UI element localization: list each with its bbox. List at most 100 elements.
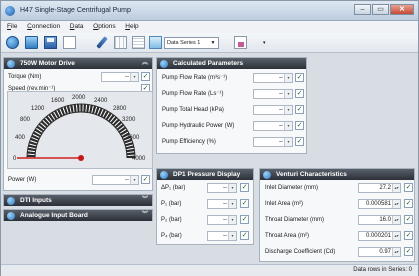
report-dropdown-icon[interactable]: ▾ — [263, 40, 266, 46]
motor-drive-panel: 750W Motor Drive ︽ Torque (Nm) -- ▾ ✓ Spe… — [3, 57, 153, 191]
torque-value: -- ▾ — [101, 72, 139, 82]
gauge-arc — [26, 103, 136, 159]
spin-icon[interactable]: ▾ — [130, 176, 138, 184]
dti-inputs-header[interactable]: DTI Inputs ︾ — [4, 195, 152, 206]
spin-icon[interactable]: ▴▾ — [392, 216, 400, 224]
venturi-row-value-text: 16.0 — [379, 217, 391, 223]
dp1-row-checkbox[interactable]: ✓ — [240, 199, 249, 208]
power-label: Power (W) — [8, 177, 37, 183]
dp1-row-checkbox[interactable]: ✓ — [240, 215, 249, 224]
venturi-row-checkbox[interactable]: ✓ — [404, 215, 413, 224]
dti-inputs-title: DTI Inputs — [20, 197, 52, 204]
calc-row-value: -- ▾ — [253, 121, 293, 131]
calc-row-checkbox[interactable]: ✓ — [295, 121, 304, 130]
spin-icon[interactable]: ▾ — [130, 73, 138, 81]
grid-icon[interactable] — [114, 36, 127, 49]
venturi-row-value[interactable]: 0.000201 ▴▾ — [358, 231, 401, 241]
venturi-row-value[interactable]: 27.2 ▴▾ — [358, 183, 401, 193]
spin-icon[interactable]: ▾ — [284, 74, 292, 82]
spin-icon[interactable]: ▾ — [284, 106, 292, 114]
dp1-row-value: -- ▾ — [207, 199, 237, 209]
expand-icon[interactable]: ︾ — [142, 195, 148, 206]
spin-icon[interactable]: ▴▾ — [392, 248, 400, 256]
report-icon[interactable] — [234, 36, 247, 49]
gauge-tick-label: 1600 — [51, 98, 65, 104]
gauge-tick-label: 3600 — [126, 135, 140, 141]
calc-row-checkbox[interactable]: ✓ — [295, 105, 304, 114]
gauge-tick-label: 2000 — [72, 95, 86, 101]
analogue-input-header[interactable]: Analogue Input Board ︾ — [4, 210, 152, 221]
dp1-pressure-header[interactable]: DP1 Pressure Display — [157, 169, 253, 180]
dp1-row-value: -- ▾ — [207, 231, 237, 241]
venturi-row-label: Inlet Diameter (mm) — [265, 185, 319, 191]
gauge-tick-label: 2400 — [94, 98, 108, 104]
open-folder-icon[interactable] — [25, 36, 38, 49]
gauge-tick-label: 400 — [15, 135, 26, 141]
spin-icon[interactable]: ▾ — [228, 216, 236, 224]
series-select[interactable]: Data Series 1 ▼ — [164, 37, 219, 49]
close-button[interactable]: ✕ — [390, 4, 414, 15]
venturi-row-checkbox[interactable]: ✓ — [404, 231, 413, 240]
calc-row-checkbox[interactable]: ✓ — [295, 89, 304, 98]
gauge-hub — [78, 155, 84, 161]
spin-icon[interactable]: ▾ — [228, 200, 236, 208]
spin-icon[interactable]: ▴▾ — [392, 200, 400, 208]
menu-data[interactable]: Data — [70, 21, 84, 33]
calc-row-label: Pump Efficiency (%) — [162, 139, 216, 145]
venturi-row-label: Inlet Area (m²) — [265, 201, 304, 207]
menu-options[interactable]: Options — [93, 21, 115, 33]
expand-icon[interactable]: ︾ — [142, 210, 148, 221]
calc-row-value-text: -- — [279, 139, 283, 145]
torque-label: Torque (Nm) — [8, 74, 42, 80]
spin-icon[interactable]: ▴▾ — [392, 184, 400, 192]
calc-row-value: -- ▾ — [253, 89, 293, 99]
maximize-button[interactable]: ▭ — [372, 4, 389, 15]
calc-row-label: Pump Hydraulic Power (W) — [162, 123, 235, 129]
calc-row-label: Pump Flow Rate (Ls⁻¹) — [162, 91, 224, 97]
dp1-row-label: P₄ (bar) — [161, 233, 182, 239]
venturi-row-checkbox[interactable]: ✓ — [404, 183, 413, 192]
pen-icon[interactable] — [96, 36, 108, 49]
calculated-parameters-header[interactable]: Calculated Parameters — [157, 58, 306, 69]
spin-icon[interactable]: ▾ — [284, 138, 292, 146]
venturi-row-label: Throat Diameter (mm) — [265, 217, 325, 223]
save-icon[interactable] — [44, 36, 57, 49]
venturi-row-value[interactable]: 16.0 ▴▾ — [358, 215, 401, 225]
motor-drive-header[interactable]: 750W Motor Drive ︽ — [4, 58, 152, 69]
spin-icon[interactable]: ▾ — [228, 232, 236, 240]
table-icon[interactable] — [132, 36, 145, 49]
torque-checkbox[interactable]: ✓ — [141, 72, 150, 81]
spin-icon[interactable]: ▾ — [284, 90, 292, 98]
venturi-row-value[interactable]: 0.000581 ▴▾ — [358, 199, 401, 209]
spin-icon[interactable]: ▴▾ — [392, 232, 400, 240]
toolbar: Data Series 1 ▼ ▾ — [1, 33, 418, 53]
gauge-tick-label: 4000 — [132, 156, 146, 162]
play-icon[interactable] — [6, 36, 19, 49]
panel-icon — [263, 170, 271, 179]
calc-row-checkbox[interactable]: ✓ — [295, 73, 304, 82]
calc-row-value: -- ▾ — [253, 73, 293, 83]
spin-icon[interactable]: ▾ — [284, 122, 292, 130]
dp1-row-checkbox[interactable]: ✓ — [240, 231, 249, 240]
dp1-pressure-title: DP1 Pressure Display — [173, 171, 241, 178]
chart-icon[interactable] — [149, 36, 162, 49]
menu-help[interactable]: Help — [125, 21, 138, 33]
dp1-row-checkbox[interactable]: ✓ — [240, 183, 249, 192]
calc-row-value-text: -- — [279, 75, 283, 81]
venturi-header[interactable]: Venturi Characteristics — [260, 169, 414, 180]
menu-connection[interactable]: Connection — [27, 21, 60, 33]
collapse-icon[interactable]: ︽ — [142, 58, 148, 69]
minimize-button[interactable]: – — [354, 4, 371, 15]
venturi-row-checkbox[interactable]: ✓ — [404, 247, 413, 256]
venturi-row-checkbox[interactable]: ✓ — [404, 199, 413, 208]
calc-row-checkbox[interactable]: ✓ — [295, 137, 304, 146]
venturi-row-value[interactable]: 0.97 ▴▾ — [358, 247, 401, 257]
power-checkbox[interactable]: ✓ — [141, 175, 150, 184]
panel-icon — [160, 59, 168, 68]
dp1-row-value-text: -- — [223, 201, 227, 207]
dp1-row-label: P₂ (bar) — [161, 217, 182, 223]
copy-icon[interactable] — [63, 36, 76, 49]
calc-row-value: -- ▾ — [253, 137, 293, 147]
spin-icon[interactable]: ▾ — [228, 184, 236, 192]
menu-file[interactable]: File — [7, 21, 18, 33]
